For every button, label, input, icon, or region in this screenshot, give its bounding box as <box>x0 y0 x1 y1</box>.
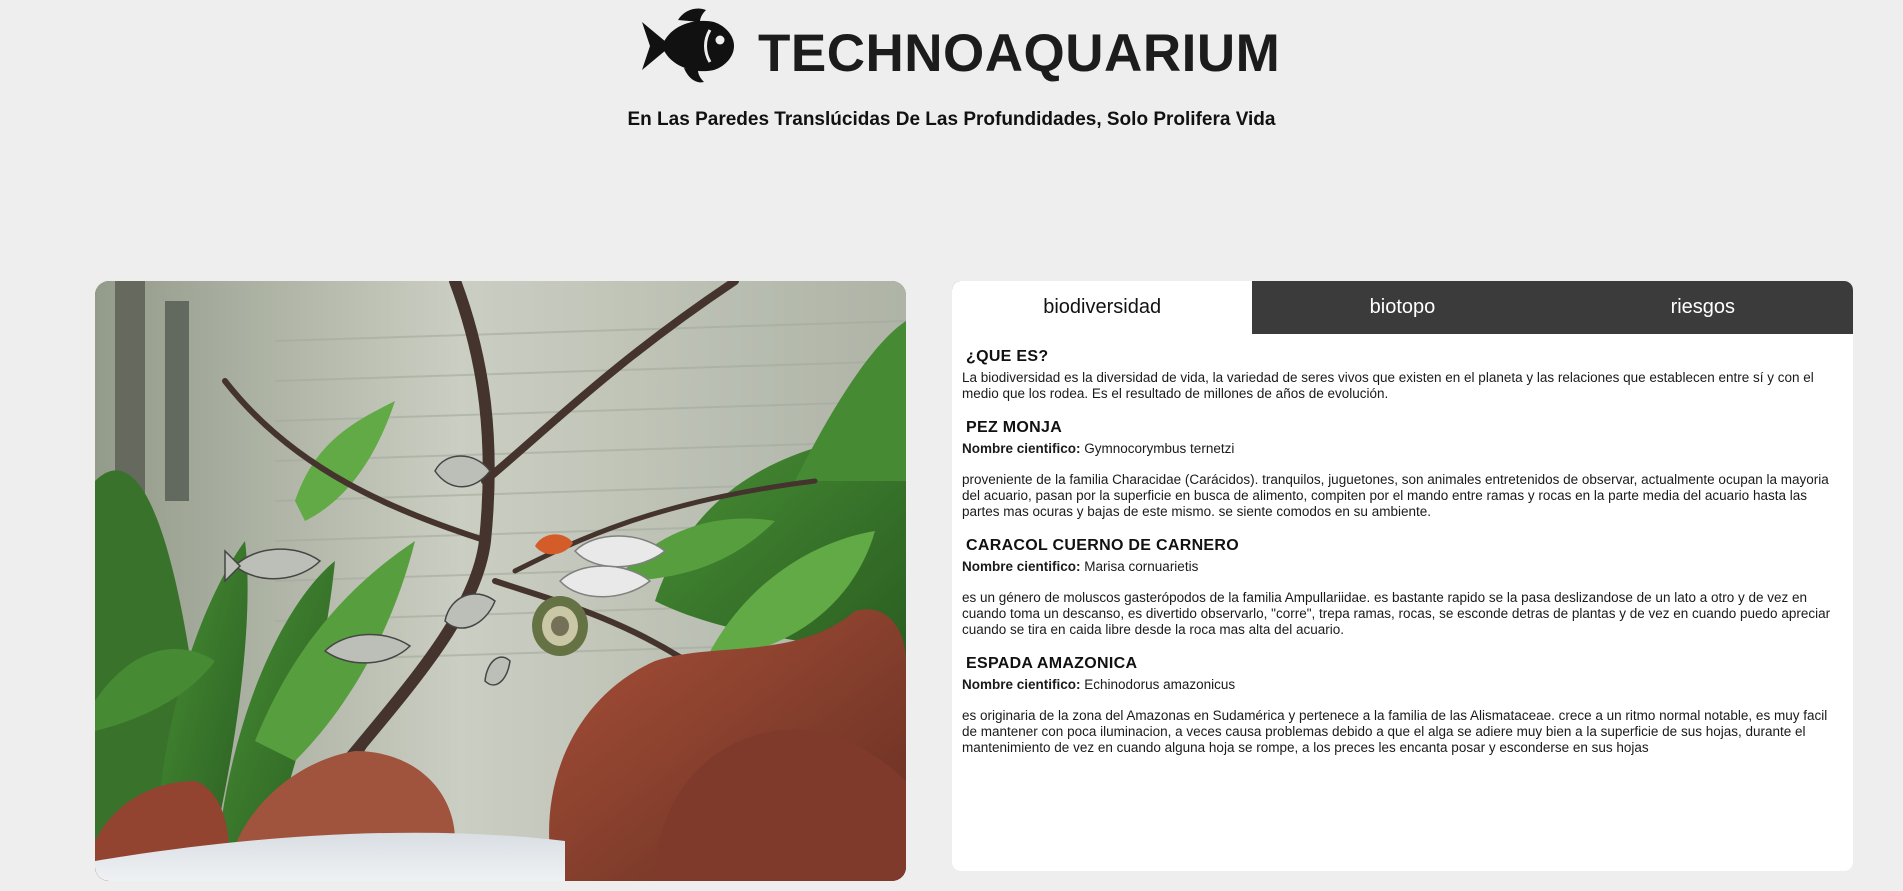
scientific-name-line: Nombre cientifico: Marisa cornuarietis <box>962 559 1843 575</box>
species-description: es originaria de la zona del Amazonas en… <box>962 708 1828 755</box>
scientific-name-label: Nombre cientifico: <box>962 441 1081 456</box>
tagline: En Las Paredes Translúcidas De Las Profu… <box>627 109 1276 130</box>
scientific-name: Echinodorus amazonicus <box>1084 677 1236 692</box>
species-heading: ESPADA AMAZONICA <box>966 655 1138 672</box>
scientific-name: Marisa cornuarietis <box>1084 559 1199 574</box>
species-section: CARACOL CUERNO DE CARNERO Nombre cientif… <box>962 537 1843 638</box>
aquarium-illustration <box>95 281 906 881</box>
species-section: PEZ MONJA Nombre cientifico: Gymnocorymb… <box>962 419 1843 520</box>
tab-biotopo[interactable]: biotopo <box>1252 281 1552 334</box>
intro-heading: ¿QUE ES? <box>966 348 1049 365</box>
species-description: es un género de moluscos gasterópodos de… <box>962 590 1831 637</box>
intro-text: La biodiversidad es la diversidad de vid… <box>962 370 1814 401</box>
species-section: ESPADA AMAZONICA Nombre cientifico: Echi… <box>962 655 1843 756</box>
scientific-name-label: Nombre cientifico: <box>962 559 1081 574</box>
tab-riesgos[interactable]: riesgos <box>1553 281 1853 334</box>
aquarium-photo <box>95 281 906 881</box>
site-header: TECHNOAQUARIUM En Las Paredes Translúcid… <box>0 0 1903 140</box>
tab-biodiversidad[interactable]: biodiversidad <box>952 281 1253 334</box>
scientific-name-label: Nombre cientifico: <box>962 677 1081 692</box>
species-heading: CARACOL CUERNO DE CARNERO <box>966 537 1239 554</box>
tab-content-biodiversidad: ¿QUE ES? La biodiversidad es la diversid… <box>952 334 1853 756</box>
info-panel: biodiversidad biotopo riesgos ¿QUE ES? L… <box>952 281 1853 871</box>
intro-section: ¿QUE ES? La biodiversidad es la diversid… <box>962 348 1843 402</box>
scientific-name-line: Nombre cientifico: Echinodorus amazonicu… <box>962 677 1843 693</box>
species-heading: PEZ MONJA <box>966 419 1063 436</box>
fish-icon <box>642 8 734 83</box>
scientific-name: Gymnocorymbus ternetzi <box>1084 441 1235 456</box>
brand[interactable]: TECHNOAQUARIUM <box>640 6 1280 84</box>
species-description: proveniente de la familia Characidae (Ca… <box>962 472 1829 519</box>
page: TECHNOAQUARIUM En Las Paredes Translúcid… <box>0 0 1903 891</box>
site-title: TECHNOAQUARIUM <box>758 23 1281 83</box>
scientific-name-line: Nombre cientifico: Gymnocorymbus ternetz… <box>962 441 1843 457</box>
tab-bar: biodiversidad biotopo riesgos <box>952 281 1853 334</box>
